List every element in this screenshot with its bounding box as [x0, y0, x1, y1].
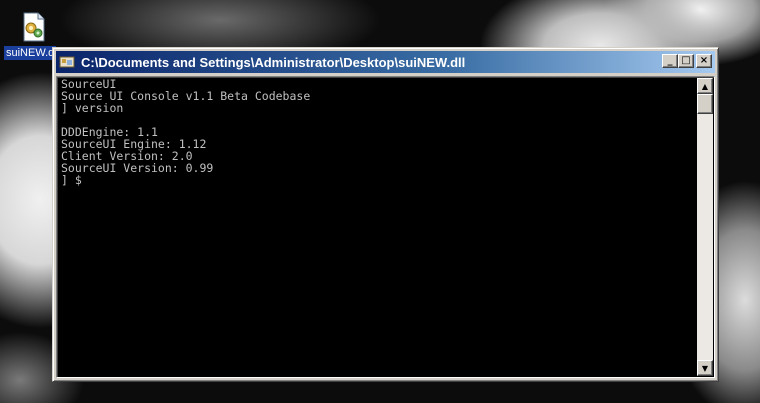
console-line: Source UI Console v1.1 Beta Codebase	[61, 89, 311, 103]
scrollbar-thumb[interactable]	[697, 94, 713, 114]
minimize-button[interactable]: _	[662, 54, 678, 68]
scroll-up-button[interactable]: ▲	[697, 78, 713, 94]
maximize-icon: □	[681, 55, 691, 66]
arrow-down-icon: ▼	[701, 363, 709, 373]
arrow-up-icon: ▲	[701, 81, 709, 91]
console-line: ] version	[61, 101, 124, 115]
maximize-button[interactable]: □	[678, 54, 694, 68]
title-bar[interactable]: C:\Documents and Settings\Administrator\…	[56, 51, 715, 73]
console-app-icon[interactable]	[59, 54, 75, 70]
console-line: SourceUI Version: 0.99	[61, 161, 214, 175]
console-prompt[interactable]: ] $	[61, 174, 695, 186]
console-window: C:\Documents and Settings\Administrator\…	[52, 47, 719, 382]
desktop-icon-label: suiNEW.dll	[4, 46, 56, 60]
console-output[interactable]: SourceUI Source UI Console v1.1 Beta Cod…	[59, 78, 697, 376]
scroll-down-button[interactable]: ▼	[697, 360, 713, 376]
desktop-icon-suinew[interactable]: suiNEW.dll	[4, 12, 56, 60]
close-icon: ×	[699, 55, 709, 66]
console-frame: SourceUI Source UI Console v1.1 Beta Cod…	[56, 76, 715, 378]
window-title: C:\Documents and Settings\Administrator\…	[81, 54, 466, 70]
dll-file-icon	[22, 12, 46, 42]
minimize-icon: _	[667, 55, 673, 66]
window-controls: _ □ ×	[662, 54, 712, 68]
close-button[interactable]: ×	[696, 54, 712, 68]
vertical-scrollbar[interactable]: ▲ ▼	[697, 78, 713, 376]
